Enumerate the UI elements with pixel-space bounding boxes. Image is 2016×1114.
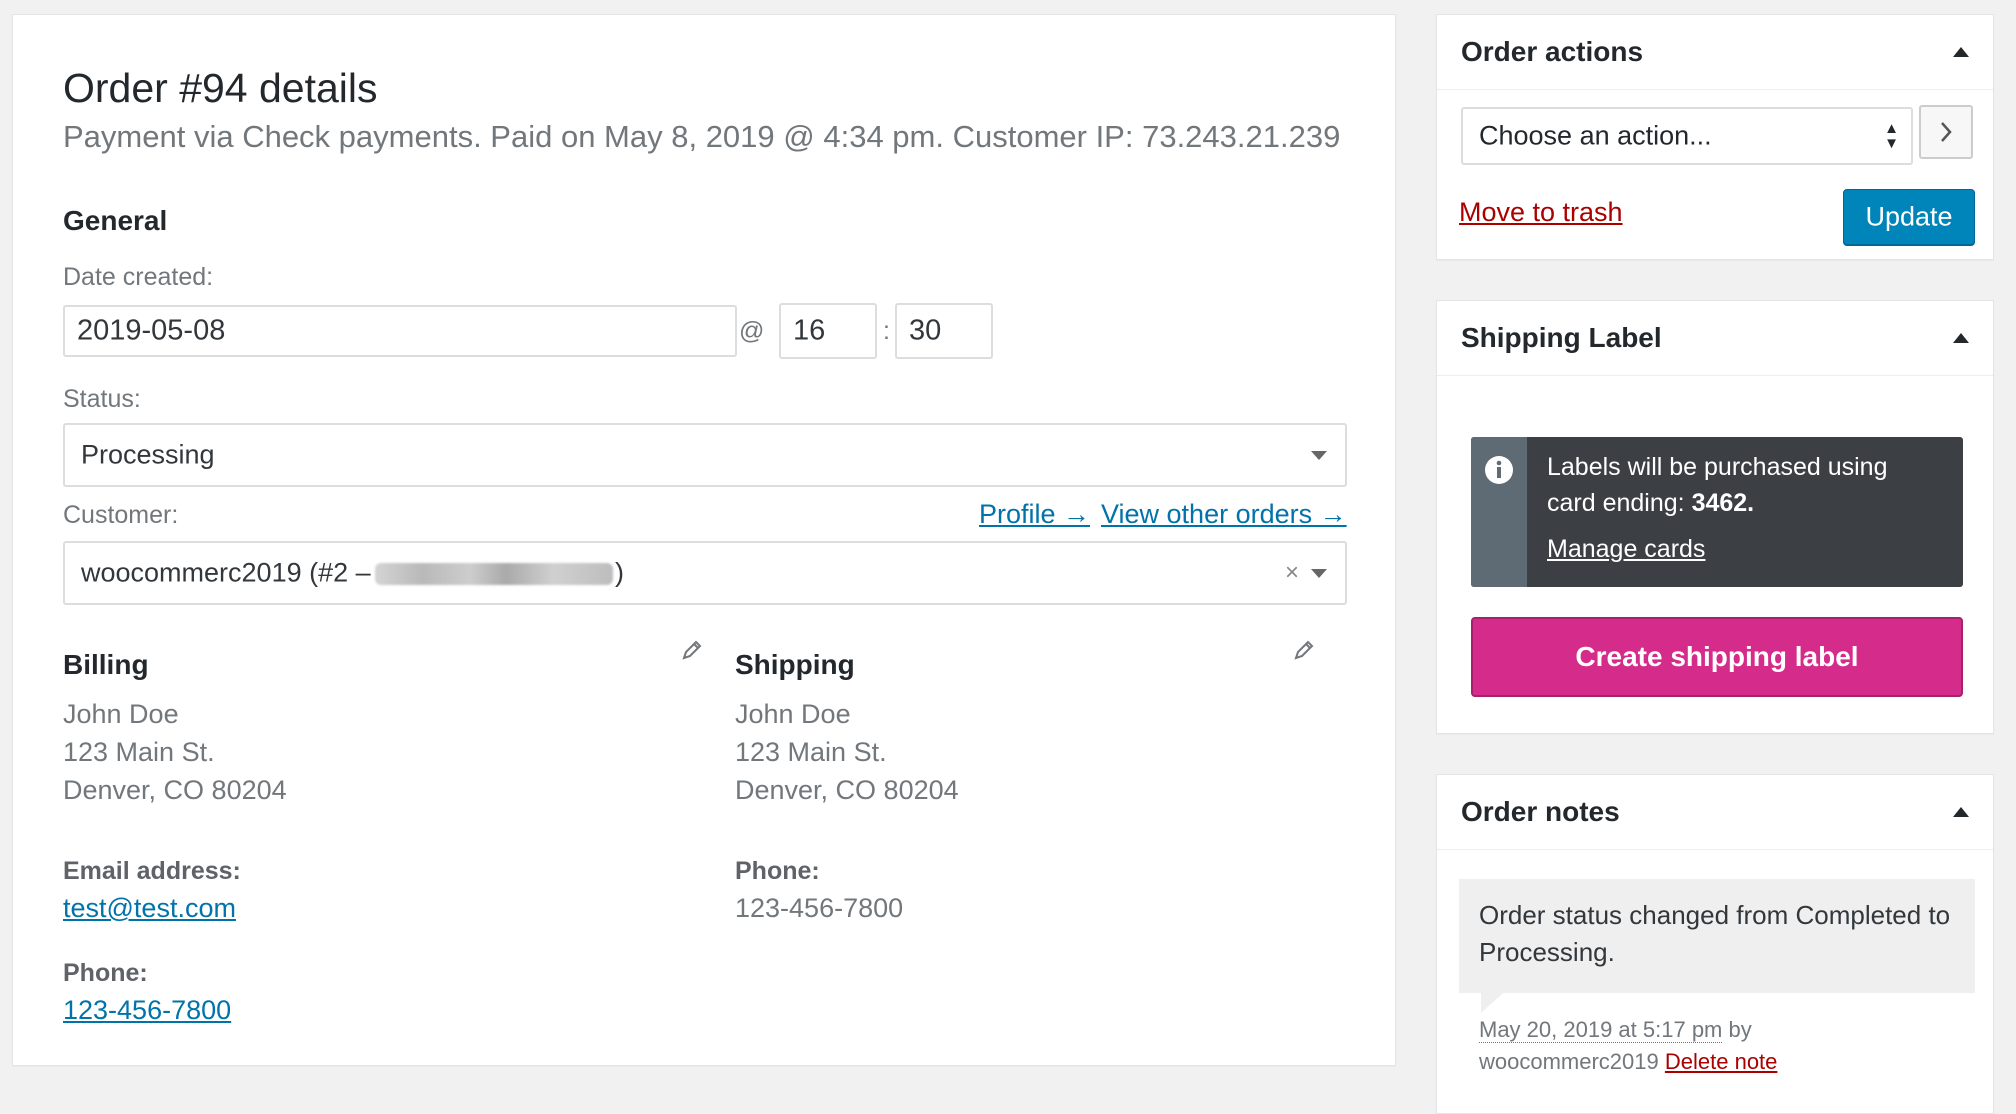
minute-input[interactable]: 30 — [895, 303, 993, 359]
collapse-toggle-icon[interactable] — [1953, 47, 1969, 57]
billing-heading: Billing — [63, 649, 149, 680]
note-bubble: Order status changed from Completed to P… — [1459, 879, 1975, 993]
order-actions-title: Order actions — [1461, 36, 1644, 67]
view-other-orders-link[interactable]: View other orders → — [1101, 499, 1347, 530]
manage-cards-link[interactable]: Manage cards — [1547, 535, 1705, 564]
date-created-input[interactable]: 2019-05-08 — [63, 305, 737, 357]
billing-email-link[interactable]: test@test.com — [63, 893, 236, 924]
order-notes-panel: Order notes Order status changed from Co… — [1436, 774, 1994, 1114]
card-notice: Labels will be purchased using card endi… — [1471, 437, 1963, 587]
apply-action-button[interactable] — [1919, 105, 1973, 159]
page-title: Order #94 details — [63, 65, 378, 111]
shipping-phone: 123-456-7800 — [735, 893, 904, 923]
note-author: woocommerc2019 — [1479, 1049, 1659, 1074]
customer-label: Customer: — [63, 501, 179, 529]
move-to-trash-link[interactable]: Move to trash — [1459, 197, 1623, 228]
shipping-phone-label: Phone: — [735, 857, 820, 885]
billing-street: 123 Main St. — [63, 737, 215, 767]
billing-name: John Doe — [63, 699, 179, 729]
customer-profile-link[interactable]: Profile → — [979, 499, 1090, 530]
customer-value: woocommerc2019 (#2 – — [81, 557, 371, 588]
time-colon: : — [883, 317, 890, 345]
card-ending-number: 3462. — [1691, 489, 1755, 517]
delete-note-link[interactable]: Delete note — [1665, 1049, 1778, 1074]
billing-phone-label: Phone: — [63, 959, 148, 987]
at-symbol: @ — [739, 317, 765, 345]
shipping-name: John Doe — [735, 699, 851, 729]
update-button[interactable]: Update — [1843, 189, 1975, 245]
date-created-label: Date created: — [63, 263, 214, 291]
shipping-heading: Shipping — [735, 649, 855, 680]
hour-input[interactable]: 16 — [779, 303, 877, 359]
info-icon — [1485, 456, 1513, 484]
order-actions-panel: Order actions Choose an action... ▲ ▼ Mov… — [1436, 14, 1994, 260]
create-shipping-label-button[interactable]: Create shipping label — [1471, 617, 1963, 697]
order-data-panel: Order #94 details Payment via Check paym… — [12, 14, 1396, 1066]
note-meta-line1: May 20, 2019 at 5:17 pm by — [1479, 1017, 1752, 1043]
customer-select[interactable]: woocommerc2019 (#2 – ) × — [63, 541, 1347, 605]
blurred-email — [375, 563, 613, 585]
shipping-city: Denver, CO 80204 — [735, 775, 959, 805]
billing-phone-link[interactable]: 123-456-7800 — [63, 995, 231, 1026]
status-select[interactable]: Processing — [63, 423, 1347, 487]
billing-email-label: Email address: — [63, 857, 241, 885]
chevron-down-icon — [1311, 451, 1327, 460]
order-actions-header[interactable]: Order actions — [1437, 15, 1993, 90]
note-date: May 20, 2019 at 5:17 pm — [1479, 1017, 1723, 1043]
select-arrows-icon: ▲ ▼ — [1884, 120, 1899, 152]
notice-icon-strip — [1471, 437, 1527, 587]
pencil-icon[interactable] — [681, 639, 703, 661]
status-label: Status: — [63, 385, 141, 413]
note-text: Order status changed from Completed to P… — [1479, 900, 1951, 967]
notice-text-line1: Labels will be purchased using — [1547, 453, 1888, 481]
order-notes-header[interactable]: Order notes — [1437, 775, 1993, 850]
pencil-icon[interactable] — [1293, 639, 1315, 661]
note-meta-line2: woocommerc2019 Delete note — [1479, 1049, 1777, 1075]
billing-city: Denver, CO 80204 — [63, 775, 287, 805]
clear-customer-icon[interactable]: × — [1285, 559, 1299, 587]
notice-text-line2: card ending: 3462. — [1547, 489, 1755, 517]
general-heading: General — [63, 205, 168, 236]
note-bubble-tail — [1481, 993, 1503, 1013]
chevron-down-icon — [1311, 569, 1327, 578]
order-subtitle: Payment via Check payments. Paid on May … — [63, 119, 1341, 154]
collapse-toggle-icon[interactable] — [1953, 807, 1969, 817]
order-notes-title: Order notes — [1461, 796, 1620, 827]
shipping-label-title: Shipping Label — [1461, 322, 1662, 353]
collapse-toggle-icon[interactable] — [1953, 333, 1969, 343]
order-action-select[interactable]: Choose an action... ▲ ▼ — [1461, 107, 1913, 165]
shipping-label-header[interactable]: Shipping Label — [1437, 301, 1993, 376]
shipping-street: 123 Main St. — [735, 737, 887, 767]
chevron-right-icon — [1941, 122, 1952, 142]
shipping-label-panel: Shipping Label Labels will be purchased … — [1436, 300, 1994, 734]
